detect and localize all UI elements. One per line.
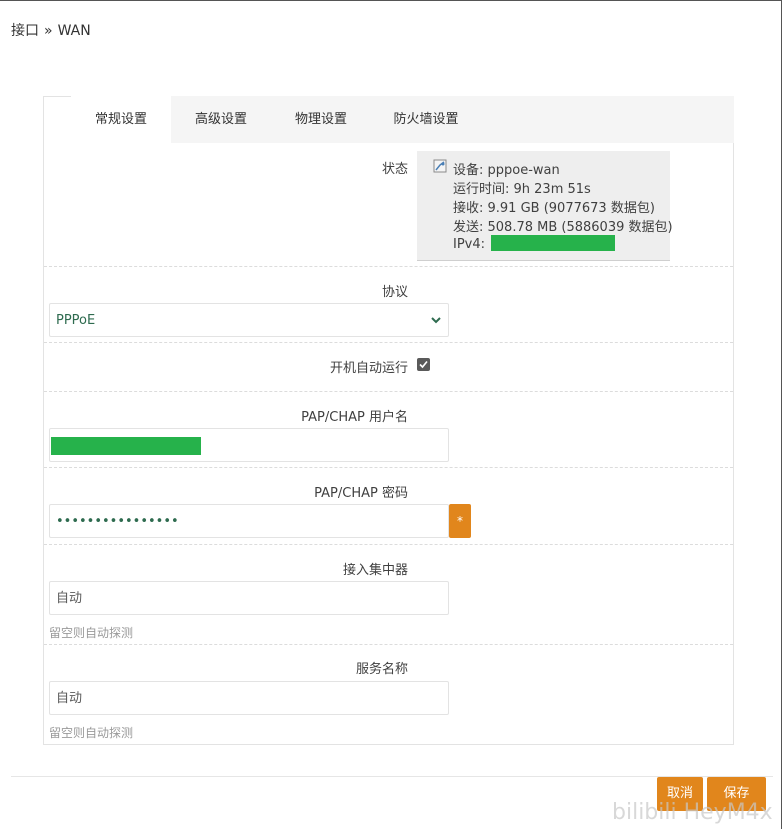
status-ipv4-label: IPv4: [453, 237, 486, 252]
ipv4-redaction [491, 235, 616, 251]
row-separator [44, 342, 733, 343]
breadcrumb: 接口 » WAN [11, 20, 91, 40]
breadcrumb-current: WAN [57, 23, 91, 39]
concentrator-label: 接入集中器 [342, 563, 408, 578]
chevron-down-icon [431, 317, 441, 324]
tab-bar: 常规设置 高级设置 物理设置 防火墙设置 [71, 96, 734, 143]
service-label: 服务名称 [355, 662, 408, 677]
username-input[interactable] [49, 428, 449, 462]
row-separator [44, 266, 733, 267]
concentrator-field[interactable] [50, 582, 448, 614]
concentrator-hint: 留空则自动探测 [49, 626, 134, 640]
status-box: 设备: pppoe-wan 运行时间: 9h 23m 51s 接收: 9.91 … [417, 151, 673, 261]
username-label: PAP/CHAP 用户名 [301, 410, 408, 425]
row-separator [44, 467, 733, 468]
status-device: 设备: pppoe-wan [453, 163, 560, 178]
status-label: 状态 [381, 162, 408, 177]
status-uptime: 运行时间: 9h 23m 51s [453, 182, 591, 197]
autostart-checkbox[interactable] [417, 358, 430, 371]
row-separator [44, 544, 733, 545]
network-interface-icon [433, 159, 447, 173]
breadcrumb-separator: » [44, 23, 53, 39]
tab-physical[interactable]: 物理设置 [271, 96, 371, 143]
checkmark-icon [419, 360, 428, 369]
password-input[interactable] [49, 504, 449, 538]
watermark: bilibili HeyM4x [612, 800, 773, 825]
service-field[interactable] [50, 682, 448, 714]
password-label: PAP/CHAP 密码 [314, 486, 408, 501]
concentrator-input[interactable] [49, 581, 449, 615]
autostart-label: 开机自动运行 [329, 361, 408, 376]
breadcrumb-parent[interactable]: 接口 [11, 23, 39, 39]
row-separator [44, 644, 733, 645]
status-tx: 发送: 508.78 MB (5886039 数据包) [453, 220, 673, 235]
service-input[interactable] [49, 681, 449, 715]
tab-general[interactable]: 常规设置 [71, 96, 171, 143]
protocol-value: PPPoE [56, 313, 96, 328]
protocol-select[interactable]: PPPoE [49, 303, 449, 337]
status-ipv4: IPv4: [453, 235, 616, 252]
protocol-label: 协议 [381, 285, 408, 300]
service-hint: 留空则自动探测 [49, 726, 134, 740]
row-separator [44, 391, 733, 392]
tab-advanced[interactable]: 高级设置 [171, 96, 271, 143]
tab-firewall[interactable]: 防火墙设置 [371, 96, 481, 143]
password-value[interactable] [50, 505, 448, 537]
username-redaction [51, 437, 201, 455]
status-rx: 接收: 9.91 GB (9077673 数据包) [453, 201, 655, 216]
reveal-password-button[interactable]: * [449, 504, 471, 538]
